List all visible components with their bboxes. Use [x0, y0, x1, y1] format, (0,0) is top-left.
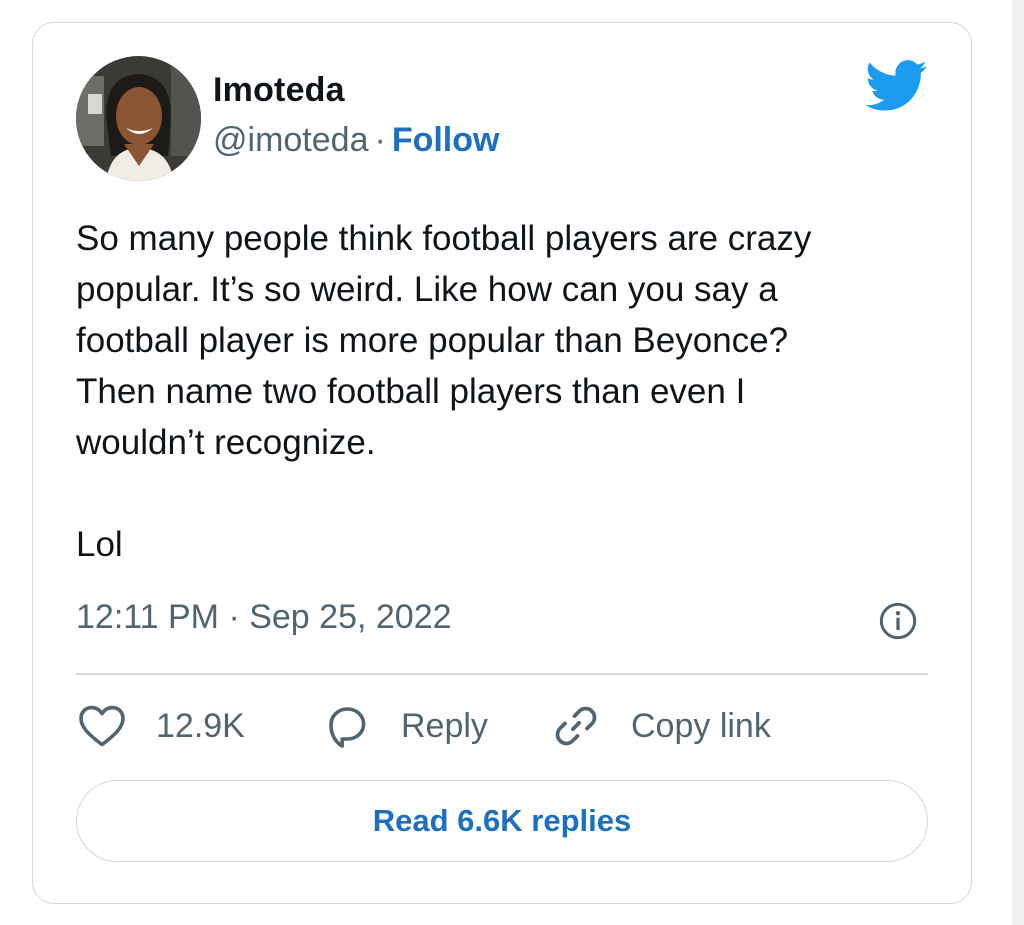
heart-icon — [79, 705, 125, 747]
read-replies-button[interactable]: Read 6.6K replies — [76, 780, 928, 862]
tweet-line: Then name two football players than even… — [76, 372, 746, 411]
tweet-line: football player is more popular than Bey… — [76, 321, 789, 360]
copy-link-button[interactable]: Copy link — [551, 698, 771, 754]
author-handle-line: @imoteda · Follow — [213, 121, 499, 160]
follow-button[interactable]: Follow — [392, 121, 500, 159]
tweet-closing: Lol — [76, 525, 123, 564]
tweet-line: popular. It’s so weird. Like how can you… — [76, 270, 778, 309]
reply-button[interactable]: Reply — [323, 698, 488, 754]
like-button[interactable]: 12.9K — [78, 698, 245, 754]
twitter-bird-icon[interactable] — [866, 59, 928, 113]
tweet-line: So many people think football players ar… — [76, 219, 812, 258]
divider — [76, 673, 928, 675]
author-name[interactable]: Imoteda — [213, 71, 345, 110]
scrollbar-track[interactable] — [1012, 0, 1024, 925]
avatar[interactable] — [76, 56, 201, 181]
info-icon[interactable] — [878, 601, 918, 641]
copy-link-label: Copy link — [631, 706, 771, 745]
speech-bubble-icon — [329, 707, 366, 748]
reply-label: Reply — [401, 706, 488, 745]
link-icon — [555, 706, 597, 746]
tweet-timestamp[interactable]: 12:11 PM · Sep 25, 2022 — [76, 598, 452, 637]
tweet-line: wouldn’t recognize. — [76, 423, 376, 462]
tweet-text: So many people think football players ar… — [76, 213, 916, 570]
handle-separator: · — [374, 121, 386, 159]
author-handle[interactable]: @imoteda — [213, 121, 368, 159]
tweet-card: Imoteda @imoteda · Follow So many people t… — [32, 22, 972, 904]
like-count: 12.9K — [156, 706, 245, 745]
